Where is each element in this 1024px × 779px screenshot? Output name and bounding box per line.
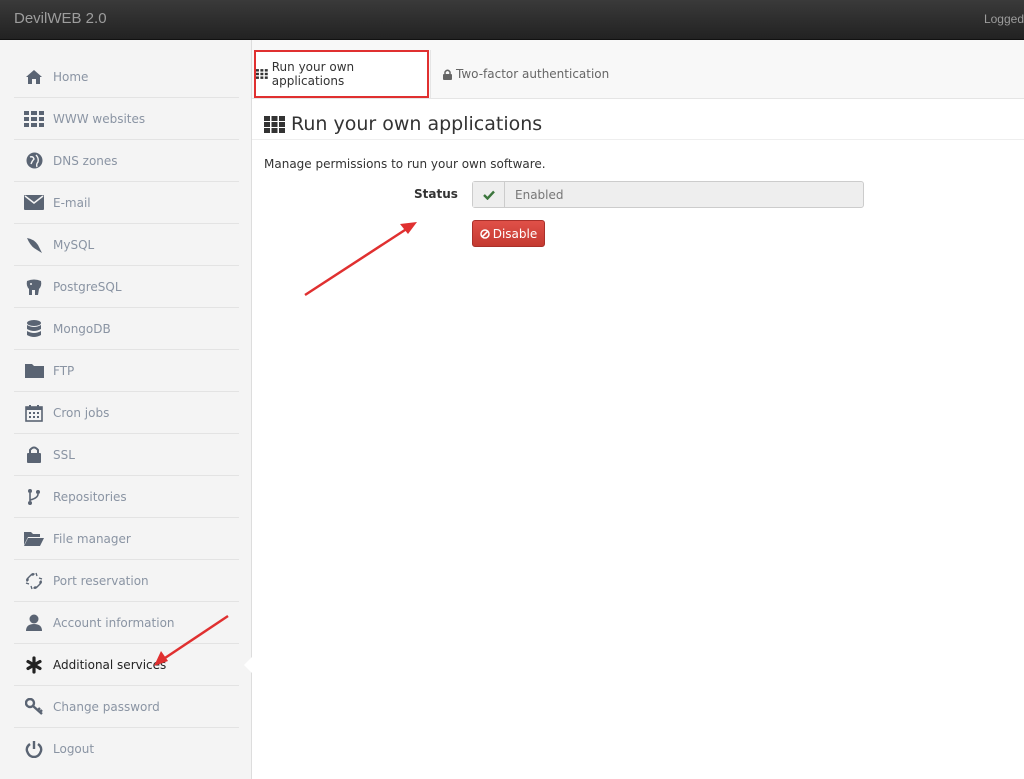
annotation-arrows [154,222,417,666]
arrow-to-status [304,222,417,297]
arrow-to-additional-services [154,614,229,666]
